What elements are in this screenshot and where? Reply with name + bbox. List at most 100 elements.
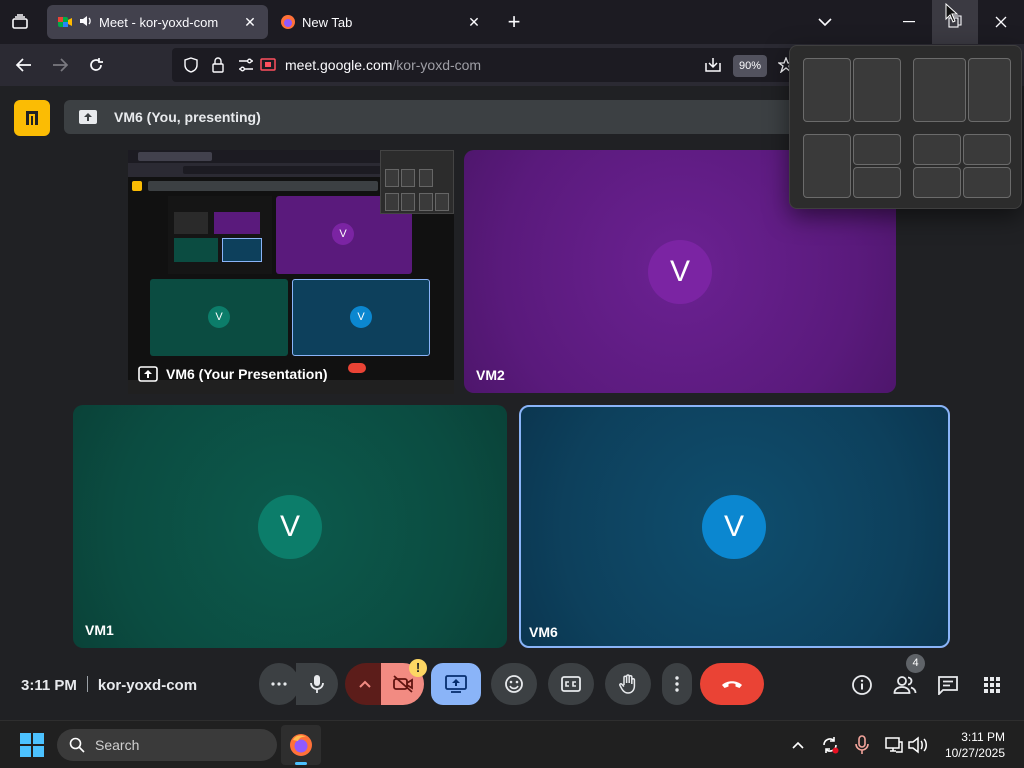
back-button[interactable]	[9, 50, 39, 80]
send-reaction-button[interactable]	[491, 663, 537, 705]
network-icon[interactable]	[882, 733, 906, 757]
mouse-cursor-icon	[945, 2, 959, 28]
snap-zone-half-left[interactable]	[803, 58, 851, 122]
taskbar-search[interactable]: Search	[57, 729, 277, 761]
close-tab-icon[interactable]: ✕	[466, 14, 482, 31]
captions-button[interactable]	[548, 663, 594, 705]
url-bar[interactable]: meet.google.com/kor-yoxd-com 90%	[172, 48, 802, 82]
lock-icon[interactable]	[212, 57, 224, 78]
mini-snap-flyout	[380, 150, 454, 214]
snap-zone-quad-top-right[interactable]	[963, 134, 1011, 165]
presentation-tile[interactable]: V V V VM6 (Your Presentation)	[128, 150, 454, 394]
forward-button[interactable]	[45, 50, 75, 80]
snap-zone-quad-bottom-right[interactable]	[963, 167, 1011, 198]
hand-icon	[619, 674, 636, 694]
participant-tile-vm1[interactable]: V VM1	[73, 405, 507, 648]
activities-button[interactable]	[979, 672, 1005, 698]
microphone-in-use-icon[interactable]	[850, 733, 874, 757]
more-options-button[interactable]	[662, 663, 692, 705]
taskbar-firefox-app[interactable]	[281, 725, 321, 765]
snap-zone-third-right[interactable]	[968, 58, 1011, 122]
tab-overview-icon[interactable]	[0, 0, 40, 44]
mini-zone	[435, 193, 449, 211]
leave-call-button[interactable]	[700, 663, 764, 705]
mini-avatar: V	[332, 223, 354, 245]
windows-start-icon[interactable]	[20, 733, 44, 762]
snap-zone-quad-top-left[interactable]	[913, 134, 961, 165]
camera-off-icon	[392, 675, 413, 693]
tab-new-tab[interactable]: New Tab ✕	[270, 5, 492, 39]
closed-captions-icon	[561, 676, 581, 692]
people-button[interactable]	[892, 672, 918, 698]
present-screen-icon	[79, 110, 97, 124]
microphone-button[interactable]	[296, 663, 338, 705]
permissions-icon[interactable]	[238, 58, 254, 77]
mini-vm1-tile: V	[150, 279, 288, 356]
more-horizontal-icon	[271, 682, 287, 686]
present-to-all-icon	[445, 675, 467, 693]
chat-button[interactable]	[935, 672, 961, 698]
close-tab-icon[interactable]: ✕	[242, 14, 258, 31]
snap-zone-twothirds-left[interactable]	[913, 58, 966, 122]
minimize-button[interactable]	[886, 0, 932, 44]
snap-zone-quad-bottom-left[interactable]	[913, 167, 961, 198]
mini-avatar: V	[350, 306, 372, 328]
info-icon	[852, 675, 872, 695]
firefox-favicon-icon	[280, 14, 296, 30]
mini-zone	[385, 169, 399, 187]
mini-avatar: V	[208, 306, 230, 328]
more-audio-options-button[interactable]	[259, 663, 299, 705]
present-screen-icon	[138, 366, 158, 382]
snap-zone-left[interactable]	[803, 134, 851, 198]
running-indicator	[295, 762, 307, 765]
meet-logo-icon[interactable]	[14, 100, 50, 136]
participant-tile-vm6[interactable]: V VM6	[519, 405, 950, 648]
url-path: /kor-yoxd-com	[392, 57, 482, 73]
present-now-button[interactable]	[431, 663, 481, 705]
camera-options-button[interactable]	[345, 663, 385, 705]
mini-taskbar	[128, 380, 454, 394]
mini-presenting-bar	[148, 181, 378, 191]
sync-icon[interactable]	[818, 733, 842, 757]
tab-title: Meet - kor-yoxd-com	[99, 14, 219, 30]
taskbar-clock[interactable]: 3:11 PM 10/27/2025	[945, 729, 1005, 761]
tab-meet[interactable]: Meet - kor-yoxd-com ✕	[47, 5, 268, 39]
chat-icon	[938, 676, 958, 695]
mini-zone	[419, 169, 433, 187]
mini-nested-tile	[222, 238, 262, 262]
avatar: V	[648, 240, 712, 304]
raise-hand-button[interactable]	[605, 663, 651, 705]
microphone-icon	[310, 675, 324, 693]
zoom-level-badge[interactable]: 90%	[733, 55, 768, 77]
participant-name: VM6	[529, 624, 558, 640]
more-vertical-icon	[675, 676, 679, 692]
meeting-details-button[interactable]	[849, 672, 875, 698]
presentation-label-text: VM6 (Your Presentation)	[166, 366, 328, 382]
snap-zone-bottom-right[interactable]	[853, 167, 901, 198]
mini-nested-tile	[174, 212, 208, 234]
mini-nested-screen	[168, 196, 272, 274]
avatar: V	[258, 495, 322, 559]
camera-warning-badge: !	[409, 659, 427, 677]
snap-zone-top-right[interactable]	[853, 134, 901, 165]
end-call-icon	[722, 681, 742, 688]
url-text[interactable]: meet.google.com/kor-yoxd-com	[285, 57, 481, 73]
close-window-button[interactable]	[978, 0, 1024, 44]
apps-grid-icon	[984, 677, 1000, 693]
snap-layouts-flyout	[789, 45, 1022, 209]
mini-zone	[419, 193, 433, 211]
save-to-pocket-icon[interactable]	[704, 56, 722, 79]
presentation-label: VM6 (Your Presentation)	[138, 366, 328, 382]
emoji-icon	[505, 675, 523, 693]
tab-audio-icon[interactable]	[79, 14, 93, 31]
tracking-shield-icon[interactable]	[184, 57, 198, 78]
list-all-tabs-icon[interactable]	[802, 0, 848, 44]
reload-button[interactable]	[81, 50, 111, 80]
firefox-icon	[290, 734, 312, 756]
volume-icon[interactable]	[906, 733, 930, 757]
snap-zone-half-right[interactable]	[853, 58, 901, 122]
show-hidden-icons-icon[interactable]	[786, 733, 810, 757]
mini-end-call	[348, 363, 366, 373]
screen-sharing-indicator-icon[interactable]	[260, 58, 276, 77]
new-tab-button[interactable]: +	[496, 0, 532, 44]
